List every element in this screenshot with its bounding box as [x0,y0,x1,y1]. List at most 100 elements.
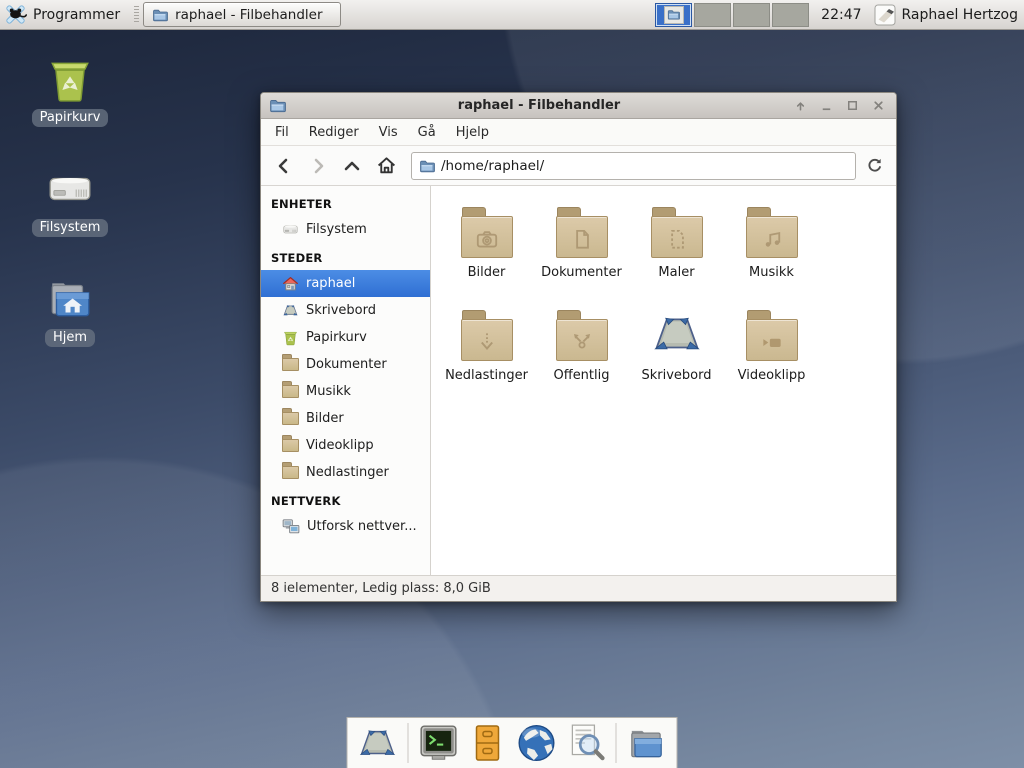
sidebar-item-label: Dokumenter [306,357,387,372]
sidebar-item-label: Bilder [306,411,344,426]
menu-file[interactable]: Fil [265,121,299,144]
session-actions-button[interactable]: Raphael Hertzog [874,4,1018,26]
desktop-icon-filesystem[interactable]: Filsystem [20,164,120,237]
file-tile-musikk[interactable]: Musikk [724,196,819,299]
web-browser-icon [516,722,558,764]
folder-icon [282,466,299,479]
menu-view[interactable]: Vis [369,121,408,144]
workspace-1[interactable] [655,3,692,27]
music-emblem [759,226,785,252]
workspace-2[interactable] [694,3,731,27]
home-icon [282,275,299,292]
workspace-window-thumb [664,6,684,24]
folder-icon [282,412,299,425]
sidebar-item-skrivebord[interactable]: Skrivebord [261,297,430,324]
folder-icon [556,216,608,258]
desktop-icon-home[interactable]: Hjem [20,274,120,347]
minimize-button[interactable] [818,98,834,114]
sidebar-item-dokumenter[interactable]: Dokumenter [261,351,430,378]
folder-icon [282,358,299,371]
file-label: Bilder [468,265,506,280]
shade-button[interactable] [792,98,808,114]
workspace-3[interactable] [733,3,770,27]
sidebar-item-label: raphael [306,276,355,291]
search-files-icon [565,722,607,764]
sidebar-section-places: STEDER [261,243,430,270]
menu-go[interactable]: Gå [408,121,446,144]
path-folder-icon [419,158,435,174]
folder-icon [461,319,513,361]
trash-icon [282,329,299,346]
folder-icon [556,319,608,361]
home-button[interactable] [371,152,401,180]
sidebar-item-label: Nedlastinger [306,465,389,480]
folder-icon [282,439,299,452]
maximize-button[interactable] [844,98,860,114]
trash-icon [45,54,95,104]
eraser-icon [874,4,896,26]
file-manager-icon [626,722,668,764]
titlebar[interactable]: raphael - Filbehandler [261,93,896,119]
search-files-launcher[interactable] [565,722,607,764]
taskbar-window-label: raphael - Filbehandler [175,7,322,23]
dock-separator [408,723,409,763]
terminal-launcher[interactable] [418,722,460,764]
sidebar-item-bilder[interactable]: Bilder [261,405,430,432]
workspace-4[interactable] [772,3,809,27]
sidebar-item-musikk[interactable]: Musikk [261,378,430,405]
file-tile-bilder[interactable]: Bilder [439,196,534,299]
sidebar-item-filsystem[interactable]: Filsystem [261,216,430,243]
forward-button[interactable] [303,152,333,180]
file-tile-dokumenter[interactable]: Dokumenter [534,196,629,299]
share-emblem [569,329,595,355]
toolbar [261,146,896,186]
user-name: Raphael Hertzog [902,7,1018,23]
folder-icon [651,216,703,258]
path-input[interactable] [441,158,848,174]
sidebar-item-raphael[interactable]: raphael [261,270,430,297]
file-tile-maler[interactable]: Maler [629,196,724,299]
camera-emblem [474,226,500,252]
desktop-icon [282,302,299,319]
file-view[interactable]: Bilder Dokumenter [431,186,896,575]
folder-icon [746,216,798,258]
up-button[interactable] [337,152,367,180]
video-emblem [759,329,785,355]
file-tile-nedlastinger[interactable]: Nedlastinger [439,299,534,402]
back-button[interactable] [269,152,299,180]
tasklist-grip [134,6,139,24]
sidebar-item-papirkurv[interactable]: Papirkurv [261,324,430,351]
network-icon [282,518,300,536]
sidebar-item-label: Videoklipp [306,438,374,453]
taskbar-window-button[interactable]: raphael - Filbehandler [143,2,341,27]
menu-edit[interactable]: Rediger [299,121,369,144]
document-emblem [569,226,595,252]
reload-button[interactable] [860,152,888,180]
show-desktop-button[interactable] [357,722,399,764]
close-button[interactable] [870,98,886,114]
menu-help[interactable]: Hjelp [446,121,499,144]
window-folder-icon [152,7,168,23]
xfce-logo-icon [4,3,27,26]
show-desktop-icon [357,721,399,765]
workspace-pager [655,3,809,27]
file-tile-videoklipp[interactable]: Videoklipp [724,299,819,402]
file-label: Maler [658,265,694,280]
file-manager-launcher[interactable] [626,722,668,764]
desktop-icon-label: Filsystem [32,219,109,237]
folder-icon [461,216,513,258]
file-tile-offentlig[interactable]: Offentlig [534,299,629,402]
sidebar-item-nedlastinger[interactable]: Nedlastinger [261,459,430,486]
file-tile-skrivebord[interactable]: Skrivebord [629,299,724,402]
window-title: raphael - Filbehandler [286,98,792,113]
applications-menu-button[interactable]: Programmer [0,0,130,29]
web-browser-launcher[interactable] [516,722,558,764]
sidebar-item-network-browse[interactable]: Utforsk nettver... [261,513,430,540]
file-cabinet-icon [468,723,508,763]
sidebar-item-label: Musikk [306,384,351,399]
sidebar-item-videoklipp[interactable]: Videoklipp [261,432,430,459]
file-cabinet-launcher[interactable] [467,722,509,764]
file-label: Skrivebord [641,368,711,383]
location-bar[interactable] [411,152,856,180]
desktop-icon-trash[interactable]: Papirkurv [20,54,120,127]
